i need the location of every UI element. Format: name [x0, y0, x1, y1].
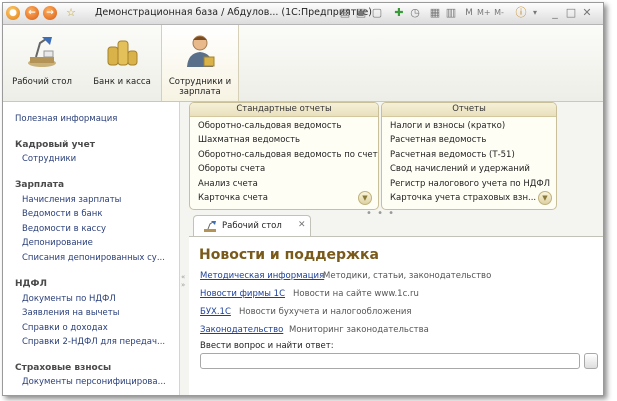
nav-useful-info[interactable]: Полезная информация	[15, 114, 117, 124]
news-link-methodology[interactable]: Методическая информация	[200, 271, 324, 281]
section-employees[interactable]: Сотрудники и зарплата	[161, 25, 239, 101]
calendar-icon[interactable]: ▥	[445, 7, 457, 19]
calculator-icon[interactable]: ▦	[429, 7, 441, 19]
print-icon[interactable]: ▤	[339, 7, 351, 19]
report-item[interactable]: Оборотно-сальдовая ведомость	[198, 121, 342, 131]
memory-mminus-icon[interactable]: M-	[493, 7, 505, 19]
nav-item-bank-statements[interactable]: Ведомости в банк	[22, 209, 102, 219]
nav-item-salary-accruals[interactable]: Начисления зарплаты	[22, 195, 121, 205]
report-item[interactable]: Оборотно-сальдовая ведомость по счету	[198, 150, 378, 160]
nav-item-personal-docs[interactable]: Документы персонифицирова...	[22, 377, 166, 387]
nav-item-deduction-claims[interactable]: Заявления на вычеты	[22, 308, 119, 318]
news-link-buh1c[interactable]: БУХ.1С	[200, 307, 231, 317]
news-link-legislation[interactable]: Законодательство	[200, 325, 283, 335]
employee-icon	[187, 35, 215, 67]
title-bar: ● ← → ☆ Демонстрационная база / Абдулов.…	[3, 3, 603, 25]
report-item[interactable]: Шахматная ведомость	[198, 135, 300, 145]
forward-icon[interactable]: →	[43, 6, 57, 20]
desktop-lamp-icon	[28, 37, 56, 67]
news-title: Новости и поддержка	[199, 247, 379, 263]
section-employees-label: Сотрудники и зарплата	[168, 77, 232, 97]
splitter-handle[interactable]: • • •	[366, 208, 395, 219]
nav-group-hr: Кадровый учет	[15, 140, 95, 150]
nav-group-insurance: Страховые взносы	[15, 363, 112, 373]
ask-question-input[interactable]	[200, 353, 580, 369]
news-link-1c-news[interactable]: Новости фирмы 1С	[200, 289, 285, 299]
expand-chevron-icon[interactable]: ▼	[358, 191, 372, 205]
news-desc-buh1c: Новости бухучета и налогообложения	[239, 307, 412, 317]
tab-desktop[interactable]: Рабочий стол ✕	[193, 215, 311, 238]
report-item[interactable]: Регистр налогового учета по НДФЛ	[390, 179, 550, 189]
report-item[interactable]: Расчетная ведомость	[390, 135, 486, 145]
history-icon[interactable]: ◷	[409, 7, 421, 19]
section-bank[interactable]: Банк и касса	[83, 25, 161, 101]
maximize-icon[interactable]: □	[565, 7, 577, 19]
memory-m-icon[interactable]: M	[463, 7, 475, 19]
close-icon[interactable]: ✕	[581, 7, 593, 19]
section-bank-label: Банк и касса	[93, 77, 151, 87]
window-title: Демонстрационная база / Абдулов... (1С:П…	[95, 7, 372, 18]
back-icon[interactable]: ←	[25, 6, 39, 20]
report-item[interactable]: Карточка учета страховых взн...	[390, 193, 536, 203]
nav-item-deposit[interactable]: Депонирование	[22, 238, 93, 248]
desktop-lamp-icon	[204, 221, 216, 232]
report-item[interactable]: Свод начислений и удержаний	[390, 164, 530, 174]
dropdown-icon[interactable]: ▾	[529, 7, 541, 19]
sections-panel: Рабочий стол Банк и касса Сотрудники и з…	[3, 25, 603, 102]
report-item[interactable]: Расчетная ведомость (Т-51)	[390, 150, 515, 160]
report-item[interactable]: Анализ счета	[198, 179, 258, 189]
standard-reports-panel: Стандартные отчеты Оборотно-сальдовая ве…	[189, 102, 379, 210]
nav-item-ndfl-docs[interactable]: Документы по НДФЛ	[22, 294, 116, 304]
report-item[interactable]: Обороты счета	[198, 164, 265, 174]
nav-group-salary: Зарплата	[15, 180, 65, 190]
left-navigation: Полезная информация Кадровый учет Сотруд…	[3, 102, 180, 395]
nav-group-ndfl: НДФЛ	[15, 279, 47, 289]
nav-item-2ndfl-certs[interactable]: Справки 2-НДФЛ для передач...	[22, 337, 165, 347]
star-icon[interactable]: ☆	[65, 7, 77, 19]
expand-chevron-icon[interactable]: ▼	[538, 191, 552, 205]
panel-collapse-arrows[interactable]: «»	[181, 273, 185, 289]
memory-mplus-icon[interactable]: M+	[477, 7, 491, 19]
coins-icon	[107, 40, 138, 66]
tab-desktop-label: Рабочий стол	[222, 221, 282, 231]
news-desc-legislation: Мониторинг законодательства	[289, 325, 429, 335]
tab-close-icon[interactable]: ✕	[298, 220, 306, 230]
news-desc-methodology: Методики, статьи, законодательство	[323, 271, 492, 281]
app-window: ● ← → ☆ Демонстрационная база / Абдулов.…	[2, 2, 604, 396]
reports-title: Отчеты	[382, 103, 556, 117]
standard-reports-title: Стандартные отчеты	[190, 103, 378, 117]
report-item[interactable]: Карточка счета	[198, 193, 268, 203]
ask-search-button[interactable]	[584, 353, 598, 369]
report-item[interactable]: Налоги и взносы (кратко)	[390, 121, 505, 131]
nav-item-employees[interactable]: Сотрудники	[22, 154, 76, 164]
minimize-icon[interactable]: _	[549, 7, 561, 19]
section-desktop[interactable]: Рабочий стол	[3, 25, 81, 101]
add-favorite-icon[interactable]: ✚	[393, 7, 405, 19]
desktop-content: Новости и поддержка Методическая информа…	[189, 236, 603, 395]
nav-item-cash-statements[interactable]: Ведомости в кассу	[22, 224, 106, 234]
reports-panel: Отчеты Налоги и взносы (кратко) Расчетна…	[381, 102, 557, 210]
section-desktop-label: Рабочий стол	[12, 77, 72, 87]
nav-item-income-certs[interactable]: Справки о доходах	[22, 323, 108, 333]
copy-icon[interactable]: ▢	[371, 7, 383, 19]
ask-question-label: Ввести вопрос и найти ответ:	[200, 341, 334, 351]
nav-item-deposit-writeoffs[interactable]: Списания депонированных су...	[22, 253, 165, 263]
save-icon[interactable]: ▣	[355, 7, 367, 19]
info-icon[interactable]: ⓘ	[515, 7, 527, 19]
app-menu-icon[interactable]: ●	[6, 6, 20, 20]
news-desc-1c-news: Новости на сайте www.1c.ru	[293, 289, 419, 299]
